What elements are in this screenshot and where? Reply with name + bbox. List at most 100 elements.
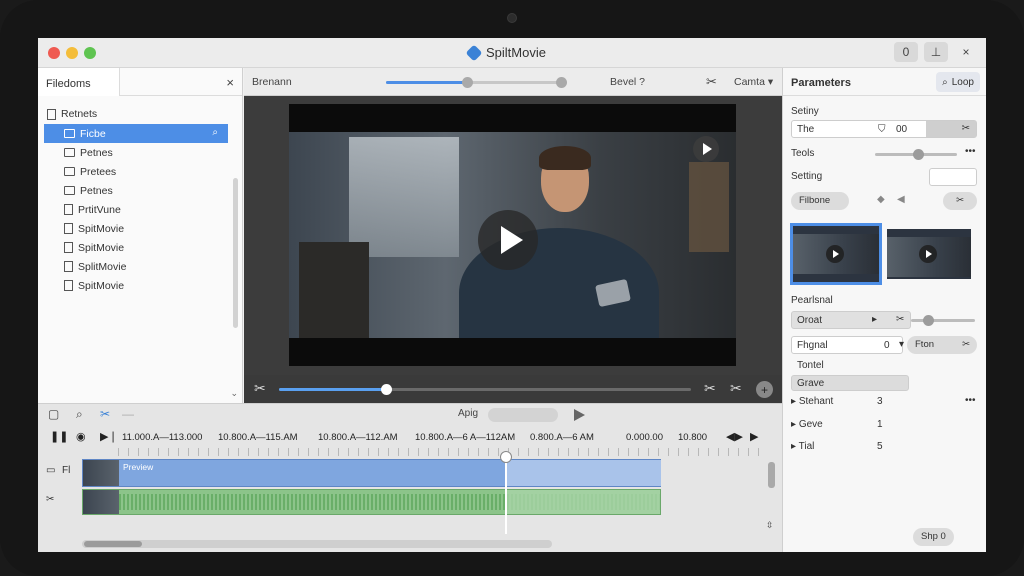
scrub-bar[interactable]: [279, 384, 691, 395]
app-title: SpiltMovie: [465, 44, 546, 61]
play-icon[interactable]: ▸: [872, 314, 877, 325]
tree-item[interactable]: PrtitVune: [38, 200, 234, 219]
video-clip[interactable]: Preview: [82, 459, 661, 487]
close-panel-icon[interactable]: ×: [226, 75, 234, 90]
timeline-scrollbar[interactable]: [82, 540, 552, 548]
triangle-left-icon[interactable]: ◀: [897, 194, 905, 205]
oroat-slider-knob[interactable]: [923, 315, 934, 326]
snap-button[interactable]: Shp 0: [913, 528, 954, 546]
link-icon[interactable]: —: [122, 407, 134, 421]
scissors-icon[interactable]: ✂: [46, 494, 54, 505]
slider-knob-end[interactable]: [556, 77, 567, 88]
chevron-down-icon[interactable]: ▾: [899, 339, 904, 350]
minimize-window-button[interactable]: [66, 47, 78, 59]
filter-icon[interactable]: ⛉: [878, 124, 886, 135]
tab-files[interactable]: Filedoms: [38, 68, 120, 96]
search-icon[interactable]: ⌕: [76, 407, 83, 422]
oroat-slider[interactable]: [911, 315, 975, 326]
scrollbar-thumb[interactable]: [84, 541, 142, 547]
tree-item[interactable]: SpitMovie: [38, 238, 234, 257]
tools-slider[interactable]: [875, 149, 957, 160]
fton-pill[interactable]: Fton ✂: [907, 336, 977, 354]
setting-input[interactable]: The ⛉ 00 ✂: [791, 120, 977, 138]
grave-item[interactable]: Grave: [791, 375, 909, 391]
cut-icon[interactable]: ✂: [962, 339, 970, 350]
timeline-ruler[interactable]: [118, 448, 768, 456]
tree-item[interactable]: SplitMovie: [38, 257, 234, 276]
add-icon[interactable]: +: [756, 381, 773, 398]
file-tree-scrollbar[interactable]: [233, 178, 238, 328]
razor-tool-icon[interactable]: ✂: [100, 407, 110, 421]
scissors-icon[interactable]: ✂: [730, 380, 742, 397]
select-tool-icon[interactable]: ▢: [48, 407, 59, 421]
fhgnal-input[interactable]: Fhgnal 0: [791, 336, 903, 354]
disclosure-icon: ▸: [791, 396, 799, 407]
scrub-knob[interactable]: [381, 384, 393, 395]
param-row[interactable]: ▸ Geve: [791, 419, 823, 430]
close-button[interactable]: ×: [954, 42, 978, 62]
diamond-icon[interactable]: ◆: [877, 194, 885, 205]
bevel-label[interactable]: Bevel ?: [610, 76, 645, 88]
tree-item-label: PrtitVune: [78, 203, 121, 216]
fast-forward-icon[interactable]: ◀▶: [726, 430, 743, 443]
more-icon[interactable]: •••: [965, 395, 976, 406]
cut-icon[interactable]: ✂: [962, 123, 970, 134]
play-icon[interactable]: [574, 409, 585, 421]
play-icon[interactable]: [919, 245, 937, 263]
speed-control[interactable]: [488, 408, 558, 422]
scissors-icon[interactable]: ✂: [704, 380, 716, 397]
search-icon[interactable]: ⌕: [212, 127, 218, 138]
play-icon[interactable]: [826, 245, 844, 263]
close-window-button[interactable]: [48, 47, 60, 59]
cut-icon[interactable]: ✂: [896, 314, 904, 325]
scrub-fill: [279, 388, 387, 391]
slider-knob[interactable]: [462, 77, 473, 88]
tree-item[interactable]: SpitMovie: [38, 219, 234, 238]
play-small-icon[interactable]: [693, 136, 719, 162]
slider-fill: [386, 81, 467, 84]
zoom-window-button[interactable]: [84, 47, 96, 59]
camera-dropdown[interactable]: Camta ▾: [734, 76, 773, 88]
play-icon[interactable]: [478, 210, 538, 270]
split-button[interactable]: ⊥: [924, 42, 948, 62]
eye-icon[interactable]: ◉: [76, 430, 86, 443]
chevron-down-icon[interactable]: ⌄: [230, 388, 238, 399]
tree-item[interactable]: Pretees: [38, 162, 234, 181]
audio-clip[interactable]: [82, 489, 661, 515]
playhead[interactable]: [505, 452, 508, 534]
tree-item[interactable]: Petnes: [38, 143, 234, 162]
record-button[interactable]: 0: [894, 42, 918, 62]
cut-chip-icon[interactable]: ✂: [943, 192, 977, 210]
scissors-icon[interactable]: ✂: [706, 74, 717, 90]
tree-item[interactable]: SpitMovie: [38, 276, 234, 295]
setting2-input[interactable]: [929, 168, 977, 186]
play-icon[interactable]: ▶: [750, 430, 758, 443]
param-row[interactable]: ▸ Stehant: [791, 396, 833, 407]
scissors-icon[interactable]: ✂: [254, 380, 266, 397]
parameters-title: Parameters: [791, 77, 851, 89]
tontel-item[interactable]: Tontel: [797, 360, 824, 371]
clip-name: Preview: [123, 462, 154, 472]
tools-slider-knob[interactable]: [913, 149, 924, 160]
tree-root[interactable]: Retnets: [38, 104, 234, 124]
app-window: SpiltMovie 0 ⊥ × Filedoms × Retnets Ficb…: [38, 38, 986, 552]
tree-item-selected[interactable]: Ficbe ⌕: [44, 124, 228, 143]
pause-icon[interactable]: ❚❚: [50, 430, 68, 443]
resize-icon[interactable]: ⇳: [766, 520, 774, 531]
file-tree: Retnets Ficbe ⌕ Petnes Pretees Petnes Pr…: [38, 104, 234, 295]
param-row[interactable]: ▸ Tial: [791, 441, 814, 452]
thumbnail[interactable]: [887, 229, 971, 279]
loop-button[interactable]: ⌕ Loop: [936, 72, 980, 92]
tree-item[interactable]: Petnes: [38, 181, 234, 200]
video-track-icon[interactable]: ▭: [46, 465, 55, 476]
filbone-chip[interactable]: Filbone: [791, 192, 849, 210]
clip-thumbnail: [83, 490, 119, 514]
timeline-vscrollbar[interactable]: [768, 462, 775, 488]
more-icon[interactable]: •••: [965, 146, 976, 157]
thumbnail-selected[interactable]: [790, 223, 882, 285]
oroat-input[interactable]: Oroat ▸ ✂: [791, 311, 911, 329]
step-forward-icon[interactable]: ▶❘: [100, 430, 118, 443]
document-icon: [64, 280, 73, 291]
video-preview[interactable]: [289, 104, 736, 366]
viewer-zoom-slider[interactable]: [386, 77, 567, 88]
